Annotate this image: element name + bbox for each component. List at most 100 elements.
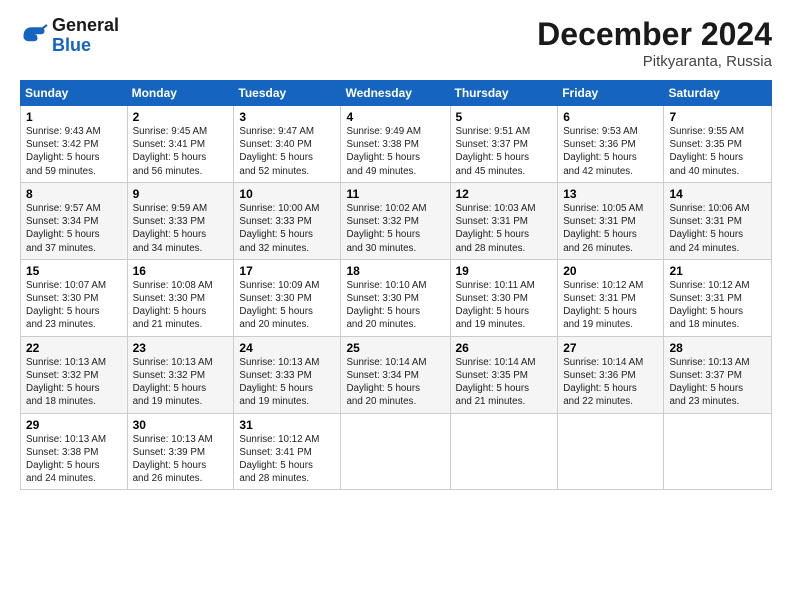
- day-number: 5: [456, 110, 553, 124]
- title-block: December 2024 Pitkyaranta, Russia: [537, 16, 772, 70]
- calendar-cell: 8Sunrise: 9:57 AM Sunset: 3:34 PM Daylig…: [21, 182, 128, 259]
- calendar-cell: 31Sunrise: 10:12 AM Sunset: 3:41 PM Dayl…: [234, 413, 341, 490]
- day-info: Sunrise: 9:59 AM Sunset: 3:33 PM Dayligh…: [133, 202, 229, 255]
- day-info: Sunrise: 10:12 AM Sunset: 3:41 PM Daylig…: [239, 433, 335, 486]
- calendar-cell: 27Sunrise: 10:14 AM Sunset: 3:36 PM Dayl…: [558, 336, 664, 413]
- day-number: 2: [133, 110, 229, 124]
- day-number: 27: [563, 341, 658, 355]
- day-number: 12: [456, 187, 553, 201]
- calendar-cell: 13Sunrise: 10:05 AM Sunset: 3:31 PM Dayl…: [558, 182, 664, 259]
- header-sunday: Sunday: [21, 81, 128, 106]
- day-info: Sunrise: 9:47 AM Sunset: 3:40 PM Dayligh…: [239, 125, 335, 178]
- day-number: 20: [563, 264, 658, 278]
- day-info: Sunrise: 9:51 AM Sunset: 3:37 PM Dayligh…: [456, 125, 553, 178]
- calendar-cell: 19Sunrise: 10:11 AM Sunset: 3:30 PM Dayl…: [450, 259, 558, 336]
- calendar-cell: 23Sunrise: 10:13 AM Sunset: 3:32 PM Dayl…: [127, 336, 234, 413]
- day-info: Sunrise: 10:13 AM Sunset: 3:32 PM Daylig…: [133, 356, 229, 409]
- calendar-cell: 17Sunrise: 10:09 AM Sunset: 3:30 PM Dayl…: [234, 259, 341, 336]
- day-info: Sunrise: 10:06 AM Sunset: 3:31 PM Daylig…: [669, 202, 766, 255]
- calendar-week-2: 8Sunrise: 9:57 AM Sunset: 3:34 PM Daylig…: [21, 182, 772, 259]
- calendar-cell: [341, 413, 450, 490]
- day-info: Sunrise: 9:55 AM Sunset: 3:35 PM Dayligh…: [669, 125, 766, 178]
- calendar-cell: 16Sunrise: 10:08 AM Sunset: 3:30 PM Dayl…: [127, 259, 234, 336]
- day-number: 11: [346, 187, 444, 201]
- day-info: Sunrise: 10:13 AM Sunset: 3:39 PM Daylig…: [133, 433, 229, 486]
- day-info: Sunrise: 9:43 AM Sunset: 3:42 PM Dayligh…: [26, 125, 122, 178]
- day-number: 9: [133, 187, 229, 201]
- day-number: 29: [26, 418, 122, 432]
- calendar-cell: 5Sunrise: 9:51 AM Sunset: 3:37 PM Daylig…: [450, 106, 558, 183]
- calendar-cell: [558, 413, 664, 490]
- day-number: 16: [133, 264, 229, 278]
- calendar-cell: 30Sunrise: 10:13 AM Sunset: 3:39 PM Dayl…: [127, 413, 234, 490]
- calendar-cell: 22Sunrise: 10:13 AM Sunset: 3:32 PM Dayl…: [21, 336, 128, 413]
- day-info: Sunrise: 10:13 AM Sunset: 3:37 PM Daylig…: [669, 356, 766, 409]
- calendar-cell: 24Sunrise: 10:13 AM Sunset: 3:33 PM Dayl…: [234, 336, 341, 413]
- calendar-cell: 20Sunrise: 10:12 AM Sunset: 3:31 PM Dayl…: [558, 259, 664, 336]
- calendar-cell: [450, 413, 558, 490]
- calendar-cell: 14Sunrise: 10:06 AM Sunset: 3:31 PM Dayl…: [664, 182, 772, 259]
- logo-icon: [20, 22, 48, 50]
- calendar-cell: 2Sunrise: 9:45 AM Sunset: 3:41 PM Daylig…: [127, 106, 234, 183]
- calendar-cell: 1Sunrise: 9:43 AM Sunset: 3:42 PM Daylig…: [21, 106, 128, 183]
- header-tuesday: Tuesday: [234, 81, 341, 106]
- day-number: 4: [346, 110, 444, 124]
- calendar-cell: 26Sunrise: 10:14 AM Sunset: 3:35 PM Dayl…: [450, 336, 558, 413]
- calendar-cell: 6Sunrise: 9:53 AM Sunset: 3:36 PM Daylig…: [558, 106, 664, 183]
- day-info: Sunrise: 10:14 AM Sunset: 3:35 PM Daylig…: [456, 356, 553, 409]
- day-number: 19: [456, 264, 553, 278]
- day-number: 23: [133, 341, 229, 355]
- day-number: 13: [563, 187, 658, 201]
- calendar-cell: 15Sunrise: 10:07 AM Sunset: 3:30 PM Dayl…: [21, 259, 128, 336]
- calendar-cell: 7Sunrise: 9:55 AM Sunset: 3:35 PM Daylig…: [664, 106, 772, 183]
- calendar-cell: 10Sunrise: 10:00 AM Sunset: 3:33 PM Dayl…: [234, 182, 341, 259]
- day-info: Sunrise: 9:45 AM Sunset: 3:41 PM Dayligh…: [133, 125, 229, 178]
- day-info: Sunrise: 10:00 AM Sunset: 3:33 PM Daylig…: [239, 202, 335, 255]
- day-info: Sunrise: 10:07 AM Sunset: 3:30 PM Daylig…: [26, 279, 122, 332]
- day-info: Sunrise: 10:13 AM Sunset: 3:38 PM Daylig…: [26, 433, 122, 486]
- calendar-cell: 3Sunrise: 9:47 AM Sunset: 3:40 PM Daylig…: [234, 106, 341, 183]
- calendar-week-4: 22 Sunrise: 10:13 AM Sunset: 3:32 PM Dayl…: [21, 336, 772, 413]
- calendar-cell: 21Sunrise: 10:12 AM Sunset: 3:31 PM Dayl…: [664, 259, 772, 336]
- calendar-table: Sunday Monday Tuesday Wednesday Thursday…: [20, 80, 772, 490]
- day-number: 22: [26, 341, 122, 355]
- calendar-cell: 12Sunrise: 10:03 AM Sunset: 3:31 PM Dayl…: [450, 182, 558, 259]
- page: General Blue December 2024 Pitkyaranta, …: [0, 0, 792, 612]
- day-number: 28: [669, 341, 766, 355]
- day-info: Sunrise: 9:57 AM Sunset: 3:34 PM Dayligh…: [26, 202, 122, 255]
- day-number: 24: [239, 341, 335, 355]
- day-info: Sunrise: 10:10 AM Sunset: 3:30 PM Daylig…: [346, 279, 444, 332]
- calendar-cell: [664, 413, 772, 490]
- calendar-cell: 9Sunrise: 9:59 AM Sunset: 3:33 PM Daylig…: [127, 182, 234, 259]
- day-info: Sunrise: 10:13 AM Sunset: 3:33 PM Daylig…: [239, 356, 335, 409]
- day-number: 25: [346, 341, 444, 355]
- day-number: 6: [563, 110, 658, 124]
- header-thursday: Thursday: [450, 81, 558, 106]
- logo: General Blue: [20, 16, 119, 56]
- day-info: Sunrise: 9:53 AM Sunset: 3:36 PM Dayligh…: [563, 125, 658, 178]
- calendar-week-5: 29Sunrise: 10:13 AM Sunset: 3:38 PM Dayl…: [21, 413, 772, 490]
- header-wednesday: Wednesday: [341, 81, 450, 106]
- day-info: Sunrise: 10:14 AM Sunset: 3:34 PM Daylig…: [346, 356, 444, 409]
- day-info: Sunrise: 10:14 AM Sunset: 3:36 PM Daylig…: [563, 356, 658, 409]
- day-info: Sunrise: 10:12 AM Sunset: 3:31 PM Daylig…: [669, 279, 766, 332]
- location: Pitkyaranta, Russia: [537, 53, 772, 70]
- day-number: 14: [669, 187, 766, 201]
- logo-text: General Blue: [52, 16, 119, 56]
- day-info: Sunrise: 10:03 AM Sunset: 3:31 PM Daylig…: [456, 202, 553, 255]
- calendar-header-row: Sunday Monday Tuesday Wednesday Thursday…: [21, 81, 772, 106]
- day-info: Sunrise: 9:49 AM Sunset: 3:38 PM Dayligh…: [346, 125, 444, 178]
- month-title: December 2024: [537, 16, 772, 53]
- calendar-cell: 25Sunrise: 10:14 AM Sunset: 3:34 PM Dayl…: [341, 336, 450, 413]
- header-saturday: Saturday: [664, 81, 772, 106]
- day-number: 21: [669, 264, 766, 278]
- calendar-cell: 4Sunrise: 9:49 AM Sunset: 3:38 PM Daylig…: [341, 106, 450, 183]
- calendar-cell: 18Sunrise: 10:10 AM Sunset: 3:30 PM Dayl…: [341, 259, 450, 336]
- day-number: 10: [239, 187, 335, 201]
- calendar-cell: 11Sunrise: 10:02 AM Sunset: 3:32 PM Dayl…: [341, 182, 450, 259]
- day-info: Sunrise: 10:09 AM Sunset: 3:30 PM Daylig…: [239, 279, 335, 332]
- day-info: Sunrise: 10:12 AM Sunset: 3:31 PM Daylig…: [563, 279, 658, 332]
- day-number: 7: [669, 110, 766, 124]
- day-info: Sunrise: 10:05 AM Sunset: 3:31 PM Daylig…: [563, 202, 658, 255]
- day-info: Sunrise: 10:02 AM Sunset: 3:32 PM Daylig…: [346, 202, 444, 255]
